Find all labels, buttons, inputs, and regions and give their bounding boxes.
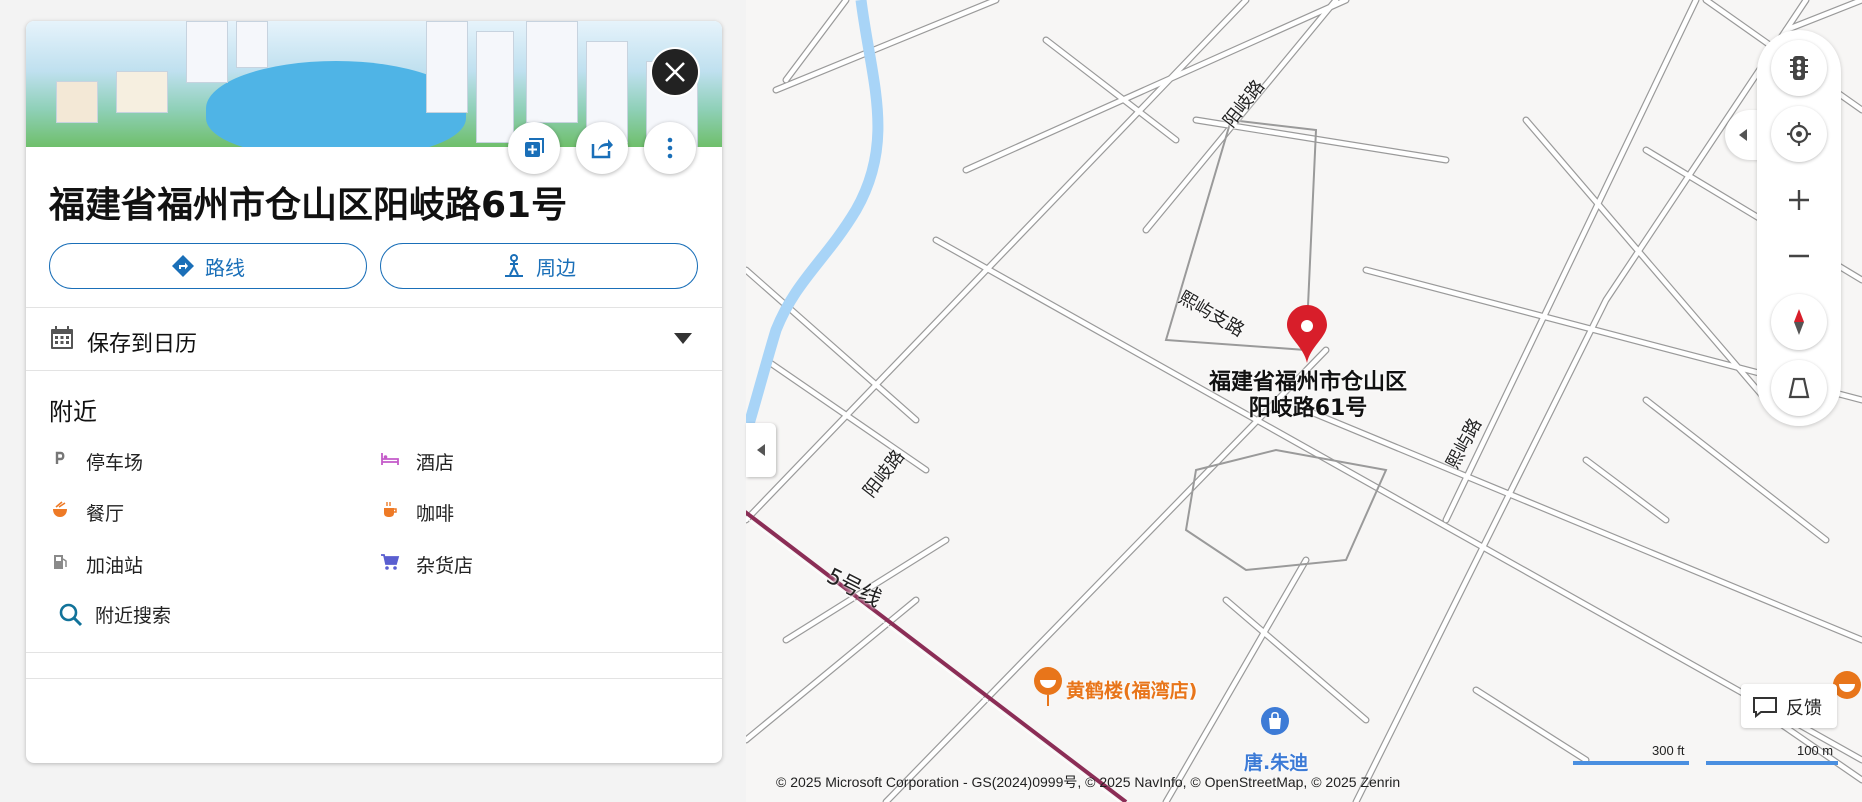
save-place-button[interactable] (508, 122, 560, 174)
search-icon (59, 603, 83, 627)
nearby-item-label: 停车场 (86, 452, 144, 474)
nearby-item-label: 加油站 (86, 555, 144, 577)
nearby-item-label: 杂货店 (416, 555, 474, 577)
feedback-button[interactable]: 反馈 (1741, 684, 1837, 728)
traffic-light-icon (1790, 56, 1808, 80)
chevron-left-icon (757, 444, 765, 456)
nearby-item-label: 酒店 (416, 452, 455, 474)
nearby-item-label: 餐厅 (86, 503, 125, 525)
feedback-label: 反馈 (1786, 698, 1822, 719)
close-icon (665, 62, 685, 82)
poi-label[interactable]: 唐.朱迪 (1244, 748, 1308, 775)
directions-button[interactable]: 路线 (49, 243, 367, 289)
nearby-item-coffee[interactable]: 咖啡 (380, 497, 660, 527)
add-collection-icon (525, 138, 544, 157)
coffee-icon (384, 502, 397, 517)
feedback-icon (1753, 697, 1777, 718)
nearby-item-label: 咖啡 (416, 503, 455, 525)
gas-station-icon (54, 555, 67, 569)
locate-icon (1787, 122, 1811, 146)
map-controls (1757, 30, 1841, 426)
chevron-down-icon (674, 333, 692, 344)
poi-label[interactable]: 黄鹤楼(福湾店) (1066, 676, 1197, 703)
collapse-panel-button[interactable] (746, 423, 776, 477)
location-pin-icon (1287, 305, 1327, 363)
more-vertical-icon (667, 137, 673, 159)
zoom-out-button[interactable] (1771, 228, 1827, 284)
nearby-item-parking[interactable]: 停车场 (50, 446, 330, 476)
scale-bar-metric (1706, 761, 1838, 765)
traffic-button[interactable] (1771, 40, 1827, 96)
nearby-search-link[interactable]: 附近搜索 (58, 600, 318, 630)
tilt-view-button[interactable] (1771, 360, 1827, 416)
nearby-button[interactable]: 周边 (380, 243, 698, 289)
share-button[interactable] (576, 122, 628, 174)
nearby-item-grocery[interactable]: 杂货店 (380, 549, 660, 579)
directions-label: 路线 (205, 255, 245, 280)
nearby-item-restaurant[interactable]: 餐厅 (50, 497, 330, 527)
minus-icon (1789, 254, 1809, 258)
nearby-item-hotel[interactable]: 酒店 (380, 446, 660, 476)
person-pin-icon (505, 254, 523, 277)
bed-icon (381, 453, 399, 465)
tilt-icon (1788, 377, 1810, 399)
nearby-item-gas-station[interactable]: 加油站 (50, 549, 330, 579)
place-title: 福建省福州市仓山区阳岐路61号 (49, 185, 568, 226)
shopping-cart-icon (381, 554, 400, 570)
my-location-button[interactable] (1771, 106, 1827, 162)
directions-icon (172, 255, 194, 277)
nearby-label: 周边 (536, 255, 576, 280)
scale-metric: 100 m (1797, 743, 1834, 758)
nearby-section-title: 附近 (49, 398, 97, 426)
scale-bar-imperial (1573, 761, 1689, 765)
parking-icon (55, 451, 65, 464)
nearby-search-label: 附近搜索 (95, 605, 172, 627)
compass-icon (1794, 309, 1804, 335)
divider (26, 678, 722, 679)
share-icon (591, 139, 613, 159)
zoom-in-button[interactable] (1771, 172, 1827, 228)
more-options-button[interactable] (644, 122, 696, 174)
close-button[interactable] (652, 49, 698, 95)
chevron-left-icon (1739, 129, 1747, 141)
scale-imperial: 300 ft (1652, 743, 1685, 758)
restaurant-icon[interactable] (1033, 666, 1063, 706)
restaurant-icon (53, 501, 67, 517)
details-panel: 福建省福州市仓山区阳岐路61号 路线 周边 保存到日历 附近 停车场 酒店 餐厅… (0, 0, 746, 802)
divider (26, 370, 722, 371)
compass-button[interactable] (1771, 294, 1827, 350)
save-to-calendar-row[interactable]: 保存到日历 (26, 308, 722, 370)
save-to-calendar-label: 保存到日历 (87, 332, 198, 357)
map-view[interactable]: 福建省福州市仓山区阳岐路61号 阳岐路 熙屿支路 阳岐路 熙屿路 5号线 黄鹤楼… (746, 0, 1862, 802)
plus-icon (1789, 190, 1809, 210)
divider (26, 652, 722, 653)
map-copyright: © 2025 Microsoft Corporation - GS(2024)0… (776, 774, 1401, 790)
calendar-icon (51, 326, 73, 349)
shopping-bag-icon[interactable] (1260, 706, 1290, 746)
pin-label: 福建省福州市仓山区阳岐路61号 (1208, 370, 1407, 421)
